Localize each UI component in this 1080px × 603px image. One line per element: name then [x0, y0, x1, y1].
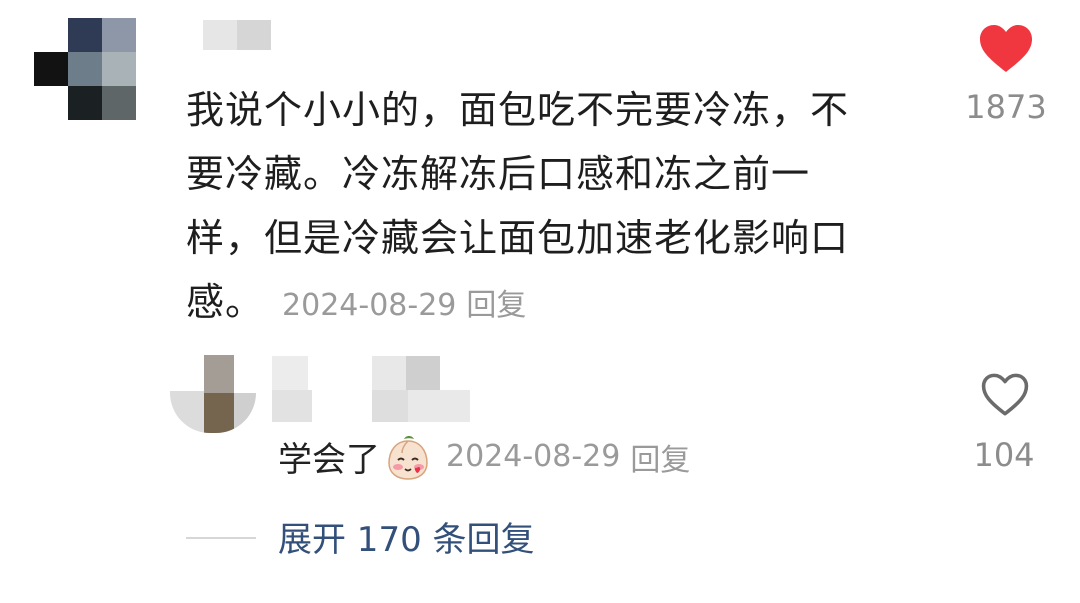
username-blur: [372, 390, 408, 422]
reply-button[interactable]: 回复: [466, 288, 526, 323]
reply-like-button[interactable]: [980, 372, 1030, 418]
username-blur: [272, 390, 312, 422]
heart-filled-icon: [980, 25, 1032, 72]
reply-like-count: 104: [973, 436, 1035, 474]
peach-emoji-icon: [384, 433, 432, 481]
comment-text: 我说个小小的，面包吃不完要冷冻，不要冷藏。冷冻解冻后口感和冻之前一样，但是冷藏会…: [186, 78, 886, 338]
avatar[interactable]: [34, 18, 136, 120]
expand-replies-button[interactable]: 展开 170 条回复: [278, 512, 535, 561]
reply-button[interactable]: 回复: [630, 435, 690, 479]
comment-date: 2024-08-29: [282, 288, 457, 323]
divider: [186, 537, 256, 539]
reply-username[interactable]: [262, 356, 472, 424]
reply-date: 2024-08-29: [446, 439, 621, 474]
heart-outline-icon: [981, 373, 1029, 416]
reply-avatar[interactable]: [170, 355, 256, 433]
username-blur: [237, 20, 271, 50]
like-count: 1873: [965, 88, 1047, 126]
username-blur: [372, 356, 406, 390]
reply-line: 学会了 2024-08-29 回复: [278, 432, 690, 481]
username-blur: [408, 390, 470, 422]
like-button[interactable]: [978, 24, 1034, 74]
username-blur: [406, 356, 440, 390]
reply-body: 学会了: [278, 440, 380, 480]
username-blur: [272, 356, 308, 392]
